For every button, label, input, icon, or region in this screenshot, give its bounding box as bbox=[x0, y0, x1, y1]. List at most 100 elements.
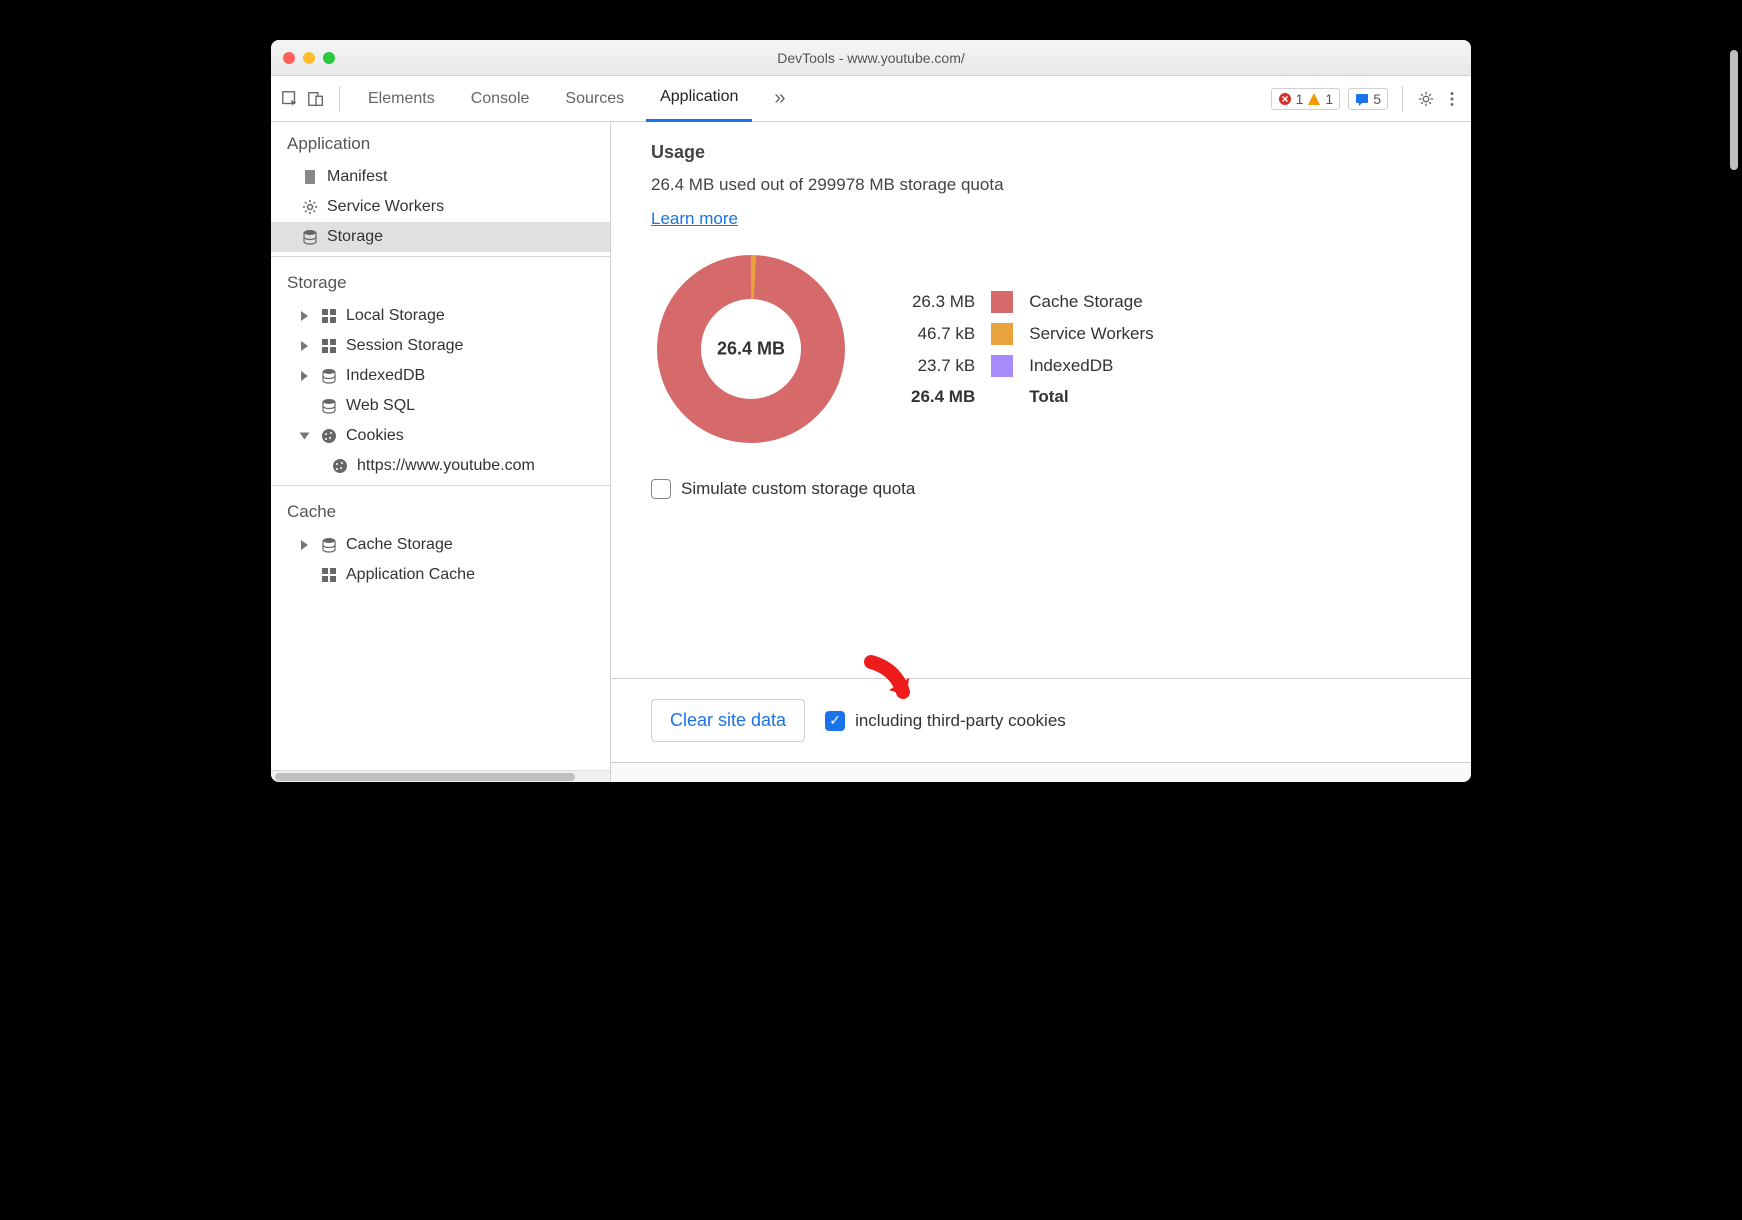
expand-triangle-icon[interactable] bbox=[301, 341, 308, 351]
message-count: 5 bbox=[1373, 91, 1381, 107]
expand-triangle-icon[interactable] bbox=[300, 433, 310, 440]
sidebar-item-cookie-origin[interactable]: https://www.youtube.com bbox=[271, 451, 610, 481]
sidebar-item-websql[interactable]: Web SQL bbox=[271, 391, 610, 421]
titlebar: DevTools - www.youtube.com/ bbox=[271, 40, 1471, 76]
legend-size: 23.7 kB bbox=[911, 356, 975, 376]
section-header-application: Application bbox=[271, 122, 610, 162]
sidebar-item-session-storage[interactable]: Session Storage bbox=[271, 331, 610, 361]
main-panel: Usage 26.4 MB used out of 299978 MB stor… bbox=[611, 122, 1471, 782]
third-party-cookies-checkbox[interactable]: ✓ bbox=[825, 711, 845, 731]
grid-icon bbox=[320, 566, 338, 584]
error-icon bbox=[1278, 92, 1292, 106]
clear-site-data-section: Clear site data ✓ including third-party … bbox=[611, 678, 1471, 762]
tab-console[interactable]: Console bbox=[457, 76, 544, 122]
warning-count: 1 bbox=[1325, 91, 1333, 107]
sidebar-item-label: Application Cache bbox=[346, 566, 475, 584]
section-header-cache: Cache bbox=[271, 490, 610, 530]
divider bbox=[271, 256, 610, 257]
grid-icon bbox=[320, 337, 338, 355]
sidebar-item-storage[interactable]: Storage bbox=[271, 222, 610, 252]
gear-icon bbox=[301, 198, 319, 216]
content: Application Manifest Service Workers Sto… bbox=[271, 122, 1471, 782]
legend-total-size: 26.4 MB bbox=[911, 387, 975, 407]
tab-sources[interactable]: Sources bbox=[551, 76, 638, 122]
legend-total-label: Total bbox=[1029, 387, 1153, 407]
sidebar-item-label: IndexedDB bbox=[346, 367, 425, 385]
section-header-storage: Storage bbox=[271, 261, 610, 301]
sidebar-horizontal-scrollbar[interactable] bbox=[271, 770, 610, 782]
empty-bottom-panel bbox=[611, 762, 1471, 782]
main-scroll: Usage 26.4 MB used out of 299978 MB stor… bbox=[611, 122, 1471, 678]
legend-swatch bbox=[991, 323, 1013, 345]
devtools-window: DevTools - www.youtube.com/ Elements Con… bbox=[271, 40, 1471, 782]
sidebar-item-label: Cookies bbox=[346, 427, 404, 445]
expand-triangle-icon[interactable] bbox=[301, 371, 308, 381]
sidebar-item-label: Manifest bbox=[327, 168, 387, 186]
legend-label: Cache Storage bbox=[1029, 292, 1153, 312]
grid-icon bbox=[320, 307, 338, 325]
usage-description: 26.4 MB used out of 299978 MB storage qu… bbox=[651, 175, 1431, 195]
legend-label: IndexedDB bbox=[1029, 356, 1153, 376]
legend-size: 46.7 kB bbox=[911, 324, 975, 344]
sidebar-item-label: Storage bbox=[327, 228, 383, 246]
database-icon bbox=[301, 228, 319, 246]
tab-elements[interactable]: Elements bbox=[354, 76, 449, 122]
error-count: 1 bbox=[1296, 91, 1304, 107]
tab-overflow[interactable]: » bbox=[760, 76, 799, 122]
sidebar-item-manifest[interactable]: Manifest bbox=[271, 162, 610, 192]
third-party-cookies-label: including third-party cookies bbox=[855, 711, 1066, 731]
sidebar-item-cache-storage[interactable]: Cache Storage bbox=[271, 530, 610, 560]
sidebar-item-local-storage[interactable]: Local Storage bbox=[271, 301, 610, 331]
clear-site-data-button[interactable]: Clear site data bbox=[651, 699, 805, 742]
usage-heading: Usage bbox=[651, 142, 1431, 163]
cookie-icon bbox=[331, 457, 349, 475]
storage-legend: 26.3 MB Cache Storage 46.7 kB Service Wo… bbox=[911, 291, 1154, 407]
inspect-icon[interactable] bbox=[281, 90, 299, 108]
legend-label: Service Workers bbox=[1029, 324, 1153, 344]
sidebar-item-label: https://www.youtube.com bbox=[357, 457, 535, 475]
message-icon bbox=[1355, 92, 1369, 106]
learn-more-link[interactable]: Learn more bbox=[651, 209, 738, 228]
messages-badge[interactable]: 5 bbox=[1348, 88, 1388, 110]
database-icon bbox=[320, 397, 338, 415]
devtools-toolbar: Elements Console Sources Application » 1… bbox=[271, 76, 1471, 122]
settings-gear-icon[interactable] bbox=[1417, 90, 1435, 108]
expand-triangle-icon[interactable] bbox=[301, 311, 308, 321]
legend-swatch bbox=[991, 355, 1013, 377]
cookie-icon bbox=[320, 427, 338, 445]
simulate-quota-label: Simulate custom storage quota bbox=[681, 479, 915, 499]
sidebar: Application Manifest Service Workers Sto… bbox=[271, 122, 611, 782]
divider bbox=[271, 485, 610, 486]
window-title: DevTools - www.youtube.com/ bbox=[271, 50, 1471, 66]
donut-center-label: 26.4 MB bbox=[717, 339, 785, 360]
expand-triangle-icon[interactable] bbox=[301, 540, 308, 550]
toolbar-right: 1 1 5 bbox=[1271, 86, 1461, 112]
sidebar-item-label: Service Workers bbox=[327, 198, 444, 216]
sidebar-item-label: Session Storage bbox=[346, 337, 463, 355]
legend-size: 26.3 MB bbox=[911, 292, 975, 312]
device-toggle-icon[interactable] bbox=[307, 90, 325, 108]
tab-application[interactable]: Application bbox=[646, 76, 752, 122]
database-icon bbox=[320, 367, 338, 385]
sidebar-item-service-workers[interactable]: Service Workers bbox=[271, 192, 610, 222]
divider bbox=[1402, 86, 1403, 112]
sidebar-item-indexeddb[interactable]: IndexedDB bbox=[271, 361, 610, 391]
simulate-quota-row: Simulate custom storage quota bbox=[651, 479, 1431, 499]
database-icon bbox=[320, 536, 338, 554]
simulate-quota-checkbox[interactable] bbox=[651, 479, 671, 499]
legend-swatch bbox=[991, 291, 1013, 313]
sidebar-item-cookies[interactable]: Cookies bbox=[271, 421, 610, 451]
sidebar-item-label: Web SQL bbox=[346, 397, 415, 415]
kebab-menu-icon[interactable] bbox=[1443, 90, 1461, 108]
sidebar-item-application-cache[interactable]: Application Cache bbox=[271, 560, 610, 590]
divider bbox=[339, 86, 340, 112]
file-icon bbox=[301, 168, 319, 186]
sidebar-item-label: Local Storage bbox=[346, 307, 445, 325]
sidebar-item-label: Cache Storage bbox=[346, 536, 453, 554]
scrollbar-thumb[interactable] bbox=[275, 773, 575, 781]
warning-icon bbox=[1307, 92, 1321, 106]
third-party-cookies-row: ✓ including third-party cookies bbox=[825, 711, 1066, 731]
usage-row: 26.4 MB 26.3 MB Cache Storage 46.7 kB Se… bbox=[651, 249, 1431, 449]
console-status-badge[interactable]: 1 1 bbox=[1271, 88, 1341, 110]
storage-donut-chart: 26.4 MB bbox=[651, 249, 851, 449]
